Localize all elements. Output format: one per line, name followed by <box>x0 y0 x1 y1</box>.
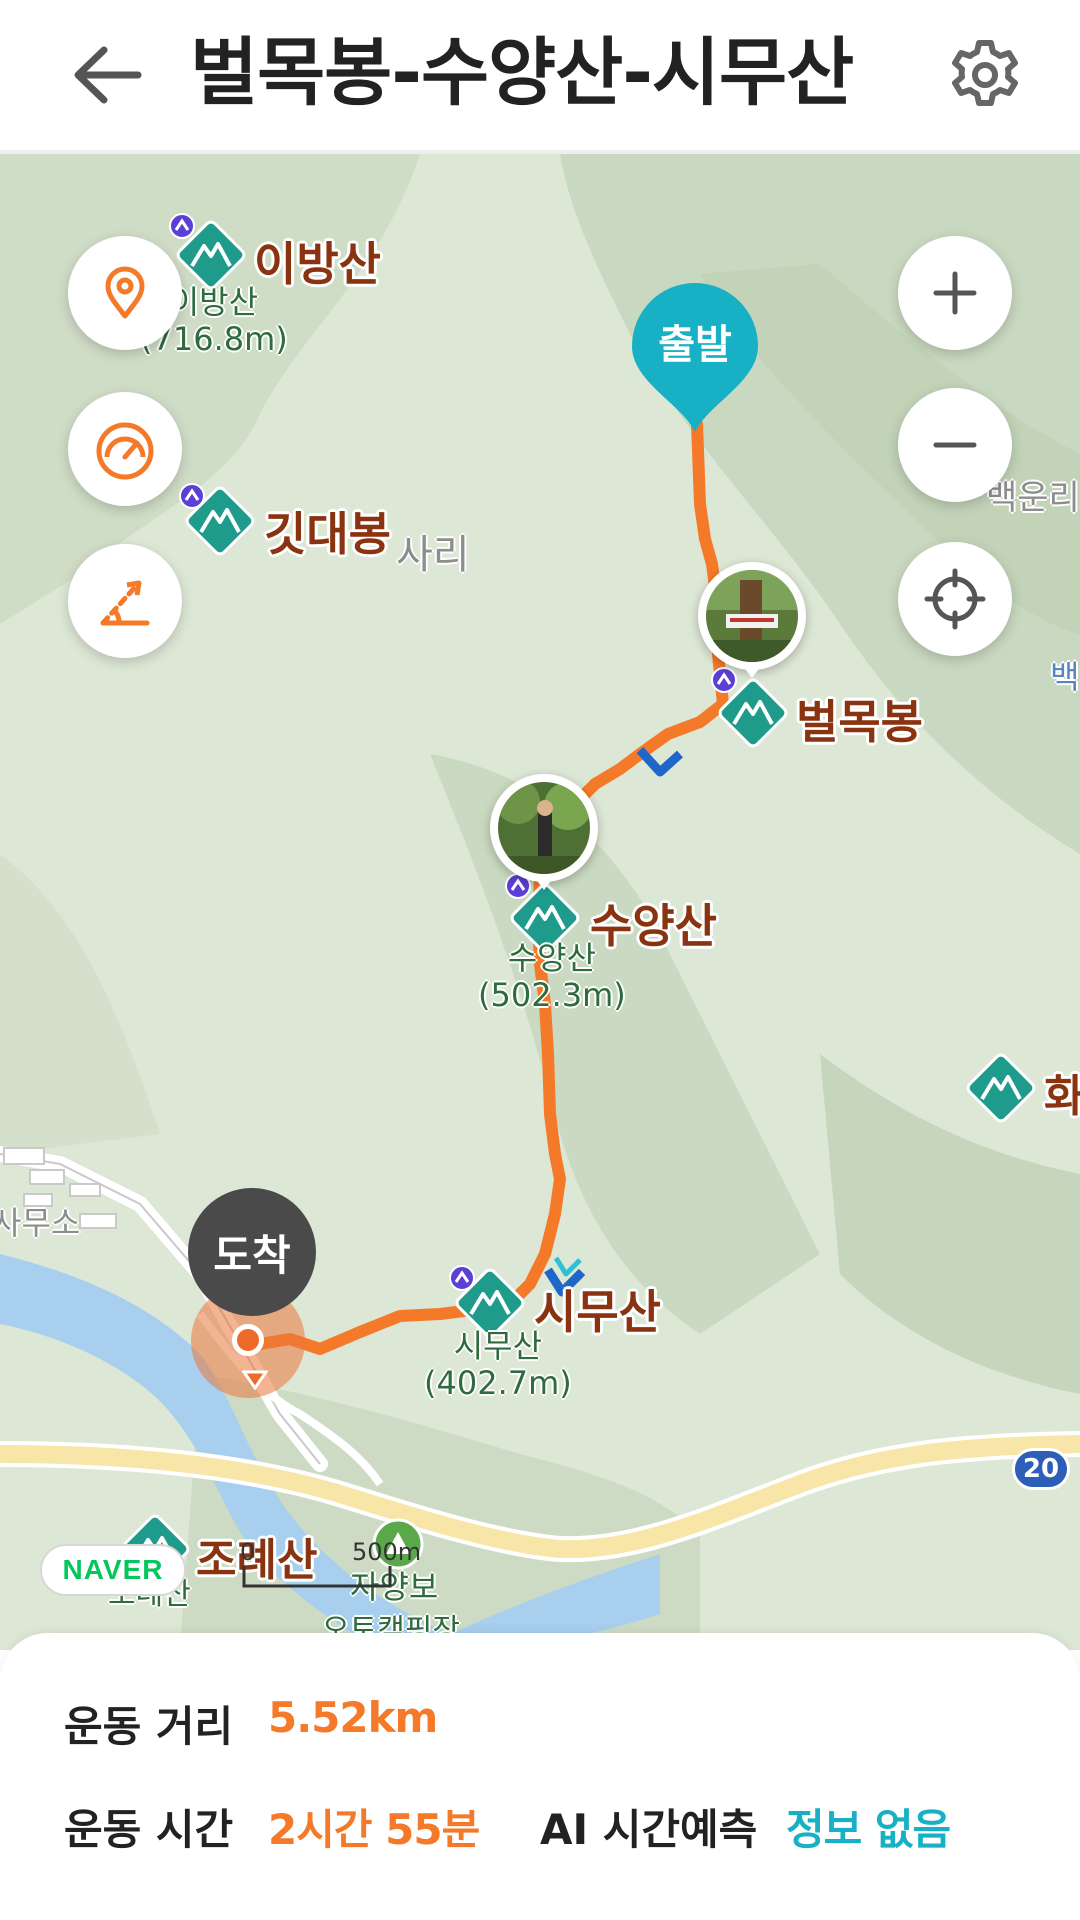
stats-sheet: 운동 거리 5.52km 운동 시간 2시간 55분 AI 시간예측 정보 없음 <box>0 1633 1080 1920</box>
heading-arrow-icon <box>242 1370 268 1390</box>
office-label: 사무소 <box>0 1204 81 1242</box>
mountain-sub-name: 시무산 <box>453 1327 543 1365</box>
summit-badge-icon <box>711 667 737 693</box>
arrow-left-icon <box>74 46 142 104</box>
naver-logo[interactable]: NAVER <box>40 1544 186 1596</box>
trail-photo <box>498 782 590 874</box>
location-pin-icon <box>105 266 145 319</box>
zoom-in-button[interactable] <box>898 236 1012 350</box>
photo-marker[interactable] <box>490 774 598 890</box>
speed-button[interactable] <box>68 392 182 506</box>
summit-badge-icon <box>179 483 205 509</box>
end-marker[interactable]: 도착 <box>188 1188 316 1316</box>
slope-angle-icon <box>100 580 150 626</box>
speedometer-icon <box>96 422 154 480</box>
mountain-sub-label: 수양산 (502.3m) <box>478 940 626 1014</box>
scale-distance: 500m <box>352 1538 422 1566</box>
road-number-badge: 20 <box>1012 1448 1070 1490</box>
photo-marker[interactable] <box>698 562 806 678</box>
ai-prediction-label: AI 시간예측 <box>540 1805 758 1854</box>
mountain-height: (402.7m) <box>424 1363 572 1402</box>
start-label: 출발 <box>658 322 732 368</box>
slope-button[interactable] <box>68 544 182 658</box>
scale-zero: 0 <box>240 1538 256 1566</box>
mountain-label: 벌목봉 <box>796 695 923 749</box>
summit-badge-icon <box>449 1265 475 1291</box>
marker-tail <box>740 662 764 678</box>
top-bar: 벌목봉-수양산-시무산 <box>0 0 1080 154</box>
map-scale: 0 500m <box>240 1538 421 1594</box>
mountain-icon[interactable] <box>962 1049 1040 1127</box>
gear-icon <box>952 40 1018 106</box>
end-point <box>232 1324 264 1356</box>
start-marker[interactable]: 출발 <box>630 282 760 442</box>
time-value: 2시간 55분 <box>268 1805 480 1854</box>
ai-prediction-value: 정보 없음 <box>786 1805 951 1854</box>
page-title: 벌목봉-수양산-시무산 <box>190 30 854 116</box>
my-location-button[interactable] <box>68 236 182 350</box>
village-label: 백 <box>1050 658 1080 696</box>
zoom-out-button[interactable] <box>898 388 1012 502</box>
mountain-label: 화 <box>1044 1071 1080 1122</box>
minus-icon <box>933 442 977 448</box>
distance-value: 5.52km <box>268 1693 438 1742</box>
trail-photo <box>706 570 798 662</box>
marker-tail <box>532 874 556 890</box>
village-label: 사리 <box>396 532 470 578</box>
distance-label: 운동 거리 <box>64 1702 234 1751</box>
settings-button[interactable] <box>945 35 1025 115</box>
map-view[interactable]: 사리 백운리 백 사무소 자양보 오토캠핑장 이방산 이방산 (716.8m) … <box>0 154 1080 1650</box>
crosshair-icon <box>924 568 986 630</box>
back-button[interactable] <box>60 30 160 120</box>
mountain-label: 깃대봉 <box>264 507 391 561</box>
mountain-sub-name: 수양산 <box>507 939 597 977</box>
recenter-button[interactable] <box>898 542 1012 656</box>
plus-icon <box>933 271 977 315</box>
mountain-height: (502.3m) <box>478 975 626 1014</box>
summit-badge-icon <box>169 213 195 239</box>
time-label: 운동 시간 <box>64 1805 234 1854</box>
mountain-sub-label: 시무산 (402.7m) <box>424 1328 572 1402</box>
